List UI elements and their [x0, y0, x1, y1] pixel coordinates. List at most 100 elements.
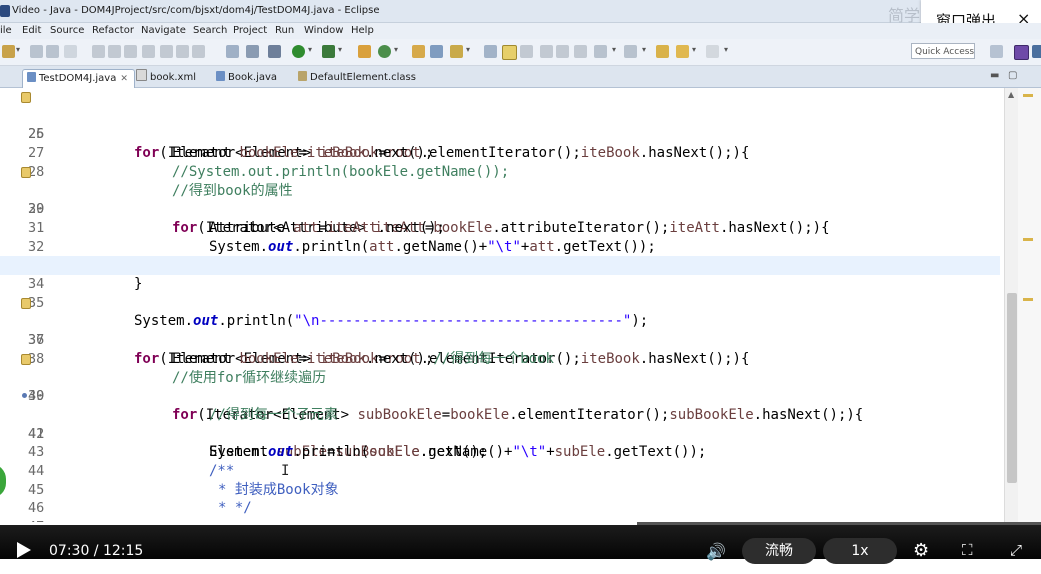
- skip-breakpoints-icon[interactable]: [268, 45, 281, 58]
- web-fullscreen-icon[interactable]: ⤢: [1010, 541, 1022, 559]
- close-icon[interactable]: ✕: [120, 74, 128, 84]
- code-line[interactable]: 39 for(Iterator<Element> subBookEle=book…: [0, 350, 1000, 423]
- code-line[interactable]: 45 * */: [0, 462, 1000, 517]
- menu-file[interactable]: ile: [0, 25, 12, 36]
- chevron-down-icon[interactable]: ▾: [724, 45, 728, 54]
- code-line[interactable]: 27 //System.out.println(bookEle.getName(…: [0, 125, 1000, 180]
- code-line[interactable]: 25 for(Iterator<Element> iteBook=root.el…: [0, 88, 1000, 161]
- code-line[interactable]: 32 }: [0, 219, 1000, 274]
- chevron-down-icon[interactable]: ▾: [642, 45, 646, 54]
- volume-icon[interactable]: 🔊: [706, 542, 726, 561]
- chevron-down-icon[interactable]: ▾: [466, 45, 470, 54]
- code-line-current[interactable]: 34: [0, 256, 1000, 292]
- menu-navigate[interactable]: Navigate: [141, 25, 186, 36]
- console-icon[interactable]: [226, 45, 239, 58]
- pause-icon[interactable]: [108, 45, 121, 58]
- chevron-down-icon[interactable]: ▾: [338, 45, 342, 54]
- code-line[interactable]: 35 System.out.println("\n---------------…: [0, 275, 1000, 330]
- stop-icon[interactable]: [124, 45, 137, 58]
- code-line[interactable]: 38 //使用for循环继续遍历: [0, 331, 1000, 386]
- code-line[interactable]: 47 }: [0, 499, 1000, 554]
- tab-book-xml[interactable]: book.xml: [136, 69, 196, 87]
- code-editor[interactable]: 25 for(Iterator<Element> iteBook=root.el…: [0, 88, 1041, 554]
- overview-marker[interactable]: [1023, 238, 1033, 241]
- playback-speed-button[interactable]: 1x: [823, 538, 897, 564]
- menu-search[interactable]: Search: [193, 25, 227, 36]
- code-line[interactable]: 42 System.out.println(subEle.getName()+"…: [0, 406, 1000, 461]
- step-icon[interactable]: [92, 45, 105, 58]
- code-line[interactable]: 30 Attribute att=iteAtt.next();: [0, 182, 1000, 236]
- scroll-up-icon[interactable]: ▲: [1008, 90, 1014, 99]
- chevron-down-icon[interactable]: ▾: [612, 45, 616, 54]
- word-wrap-icon[interactable]: [520, 45, 533, 58]
- code-line[interactable]: 46: [0, 481, 1000, 516]
- overview-marker[interactable]: [1023, 298, 1033, 301]
- code-line[interactable]: 28 //得到book的属性: [0, 144, 1000, 199]
- menu-window[interactable]: Window: [304, 25, 343, 36]
- code-line[interactable]: 31 System.out.println(att.getName()+"\t"…: [0, 200, 1000, 255]
- step-return-icon[interactable]: [192, 45, 205, 58]
- save-icon[interactable]: [30, 45, 43, 58]
- step-over-icon[interactable]: [176, 45, 189, 58]
- code-line[interactable]: 33 }: [0, 238, 1000, 292]
- save-all-icon[interactable]: [46, 45, 59, 58]
- overview-ruler[interactable]: [1018, 88, 1041, 522]
- next-annotation-icon[interactable]: [594, 45, 607, 58]
- scrollbar-thumb[interactable]: [1007, 293, 1017, 483]
- code-line[interactable]: 43 /**: [0, 425, 1000, 479]
- previous-annotation-icon[interactable]: [624, 45, 637, 58]
- run-icon[interactable]: [292, 45, 305, 58]
- new-java-project-icon[interactable]: [358, 45, 371, 58]
- new-icon[interactable]: [2, 45, 15, 58]
- code-line[interactable]: 37 Element bookEle=iteBook.next();//得到每一…: [0, 312, 1000, 367]
- code-line[interactable]: 41 Element subEle=subBookEle.next();: [0, 387, 1000, 460]
- chevron-down-icon[interactable]: ▾: [692, 45, 696, 54]
- last-edit-icon[interactable]: [656, 45, 669, 58]
- fullscreen-icon[interactable]: ⛶: [962, 541, 973, 559]
- tab-testdom4j-java[interactable]: TestDOM4J.java ✕: [22, 69, 135, 88]
- menu-refactor[interactable]: Refactor: [92, 25, 134, 36]
- back-icon[interactable]: [676, 45, 689, 58]
- menu-source[interactable]: Source: [50, 25, 84, 36]
- disconnect-icon[interactable]: [142, 45, 155, 58]
- chevron-down-icon[interactable]: ▾: [394, 45, 398, 54]
- show-list-icon[interactable]: [574, 45, 587, 58]
- toggle-mark-occurrences-icon[interactable]: [502, 45, 517, 60]
- java-perspective-icon[interactable]: [1032, 45, 1041, 58]
- menu-help[interactable]: Help: [351, 25, 374, 36]
- debug-icon[interactable]: [322, 45, 335, 58]
- open-type-icon[interactable]: [412, 45, 425, 58]
- print-icon[interactable]: [64, 45, 77, 58]
- open-task-icon[interactable]: [450, 45, 463, 58]
- code-line[interactable]: 40 //得到每一个子元素: [0, 369, 1000, 423]
- block-selection-icon[interactable]: [540, 45, 553, 58]
- maximize-icon[interactable]: ▢: [1008, 70, 1017, 81]
- code-line[interactable]: 26 Element bookEle=iteBook.next();: [0, 107, 1000, 161]
- new-class-icon[interactable]: [378, 45, 391, 58]
- code-line[interactable]: 44 * 封装成Book对象: [0, 443, 1000, 498]
- progress-bar[interactable]: [0, 522, 1041, 525]
- chevron-down-icon[interactable]: ▾: [16, 45, 20, 54]
- java-ee-perspective-icon[interactable]: [1014, 45, 1029, 60]
- menu-run[interactable]: Run: [275, 25, 294, 36]
- tab-defaultelement-class[interactable]: DefaultElement.class: [298, 69, 416, 87]
- menu-edit[interactable]: Edit: [22, 25, 41, 36]
- code-line[interactable]: 29 for(Iterator<Attribute> iteAtt=bookEl…: [0, 163, 1000, 236]
- play-icon[interactable]: [17, 542, 31, 558]
- minimize-icon[interactable]: ▬: [990, 70, 999, 81]
- chevron-down-icon[interactable]: ▾: [308, 45, 312, 54]
- open-perspective-icon[interactable]: [990, 45, 1003, 58]
- tab-book-java[interactable]: Book.java: [216, 69, 277, 87]
- overview-marker[interactable]: [1023, 94, 1033, 97]
- forward-icon[interactable]: [706, 45, 719, 58]
- show-whitespace-icon[interactable]: [556, 45, 569, 58]
- quality-button[interactable]: 流畅: [742, 538, 816, 564]
- menu-project[interactable]: Project: [233, 25, 267, 36]
- package-icon[interactable]: [246, 45, 259, 58]
- quick-access-input[interactable]: Quick Access: [911, 43, 975, 59]
- search-icon[interactable]: [430, 45, 443, 58]
- step-into-icon[interactable]: [160, 45, 173, 58]
- pin-icon[interactable]: [484, 45, 497, 58]
- vertical-scrollbar[interactable]: ▲: [1004, 88, 1019, 522]
- code-line[interactable]: 36 for(Iterator<Element> iteBook=root.el…: [0, 294, 1000, 367]
